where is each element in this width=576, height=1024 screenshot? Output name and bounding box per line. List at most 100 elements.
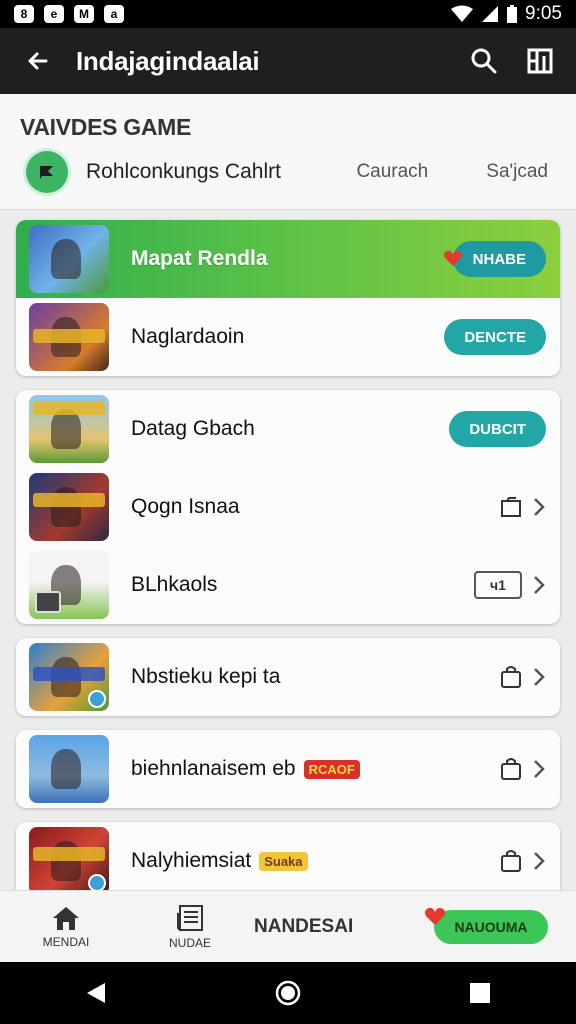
search-icon [471,48,497,74]
app-bar: Indajagindaalai [0,28,576,94]
game-thumbnail [29,735,109,803]
thumbnail-badge [88,690,106,708]
nav-news-label: NUDAE [168,935,211,950]
promo-tag: RCAOF [303,759,360,779]
notification-icon-2: e [44,5,64,23]
shopping-bag-icon[interactable] [500,849,522,873]
arrow-left-icon [28,52,48,70]
game-thumbnail [29,551,109,619]
game-thumbnail [29,395,109,463]
game-title: Nalyhiemsiat [131,849,252,872]
thumbnail-badge [88,874,106,892]
page-title: Indajagindaalai [76,45,260,76]
grid-icon [527,48,553,74]
bag-icon[interactable] [500,496,522,518]
shopping-bag-icon[interactable] [500,757,522,781]
action-button-label: NHABE [472,250,526,268]
notification-icon-3: M [74,5,94,23]
category-chip-button[interactable] [26,151,68,193]
game-card: Mapat Rendla NHABE Naglardaoin DENCTE [16,220,560,376]
chevron-right-icon[interactable] [532,851,546,871]
nav-item-news[interactable]: NUDAE [160,904,220,950]
filter-option-2[interactable]: Sa'jcad [486,161,548,183]
row-actions [500,665,546,689]
action-button-label: DENCTE [464,328,526,346]
game-card: biehnlanaisem eb RCAOF [16,730,560,808]
system-navigation-bar [0,962,576,1024]
filter-option-1[interactable]: Caurach [356,161,428,183]
game-card: Datag Gbach DUBCIT Qogn Isnaa BLhkaols ч… [16,390,560,624]
shopping-bag-icon[interactable] [500,665,522,689]
wifi-icon [451,5,474,22]
notification-icons: 8 e M a [14,5,124,23]
notification-icon-1: 8 [14,5,34,23]
apps-button[interactable] [512,28,568,94]
thumbnail-banner [33,847,105,861]
game-title: Datag Gbach [131,417,255,440]
chevron-right-icon[interactable] [532,497,546,517]
system-back-button[interactable] [61,962,131,1024]
thumbnail-banner [33,667,105,681]
list-item[interactable]: Nbstieku kepi ta [16,638,560,716]
section-title: VAIVDES GAME [20,114,192,140]
list-item[interactable]: BLhkaols ч1 [16,546,560,624]
game-thumbnail [29,303,109,371]
action-button[interactable]: NHABE [443,241,546,277]
game-title: Mapat Rendla [131,247,268,270]
action-button[interactable]: DUBCIT [449,411,546,447]
filter-section: VAIVDES GAME Rohlconkungs Cahlrt Caurach… [0,94,576,210]
game-thumbnail [29,225,109,293]
newspaper-icon [177,904,203,931]
row-actions [500,496,546,518]
system-home-button[interactable] [253,962,323,1024]
game-card: Nbstieku kepi ta [16,638,560,716]
action-button-label: DUBCIT [469,420,526,438]
flag-icon [40,166,53,179]
list-item-featured[interactable]: Mapat Rendla NHABE [16,220,560,298]
game-thumbnail [29,827,109,895]
promo-tag: Suaka [259,851,308,871]
heart-icon [425,907,445,925]
game-list: Mapat Rendla NHABE Naglardaoin DENCTE Da… [16,220,560,914]
list-item[interactable]: Qogn Isnaa [16,468,560,546]
search-button[interactable] [456,28,512,94]
list-item[interactable]: Datag Gbach DUBCIT [16,390,560,468]
system-indicators: 9:05 [451,3,562,25]
game-thumbnail [29,643,109,711]
system-recents-button[interactable] [445,962,515,1024]
list-item[interactable]: Nalyhiemsiat Suaka [16,822,560,900]
list-item[interactable]: biehnlanaisem eb RCAOF [16,730,560,808]
bottom-navigation: MENDAI NUDAE NANDESAI NAUOUMA [0,890,576,962]
filter-row: Rohlconkungs Cahlrt Caurach Sa'jcad [26,150,556,194]
status-bar: 8 e M a 9:05 [0,0,576,28]
game-title: BLhkaols [131,573,218,596]
game-title: Nbstieku kepi ta [131,665,281,688]
thumbnail-banner [33,401,105,415]
game-title: biehnlanaisem eb [131,757,296,780]
circle-home-icon [275,980,301,1006]
cta-button-label: NAUOUMA [454,918,528,935]
list-item[interactable]: Naglardaoin DENCTE [16,298,560,376]
nav-item-home[interactable]: MENDAI [36,905,96,949]
back-button[interactable] [0,28,76,94]
battery-icon [507,5,518,23]
game-thumbnail [29,473,109,541]
thumbnail-badge [35,591,61,613]
clock: 9:05 [525,3,562,24]
chevron-right-icon[interactable] [532,575,546,595]
nav-home-label: MENDAI [42,934,90,949]
chevron-right-icon[interactable] [532,759,546,779]
active-filter-label[interactable]: Rohlconkungs Cahlrt [86,160,281,184]
action-button[interactable]: DENCTE [444,319,546,355]
thumbnail-banner [33,493,105,507]
square-recents-icon [470,983,490,1003]
signal-icon [482,6,499,22]
row-actions [500,757,546,781]
home-icon [53,906,79,930]
row-actions [500,849,546,873]
notification-icon-4: a [104,5,124,23]
nav-center-label[interactable]: NANDESAI [254,916,353,938]
cta-button[interactable]: NAUOUMA [425,907,548,944]
heart-icon [443,250,462,266]
chevron-right-icon[interactable] [532,667,546,687]
